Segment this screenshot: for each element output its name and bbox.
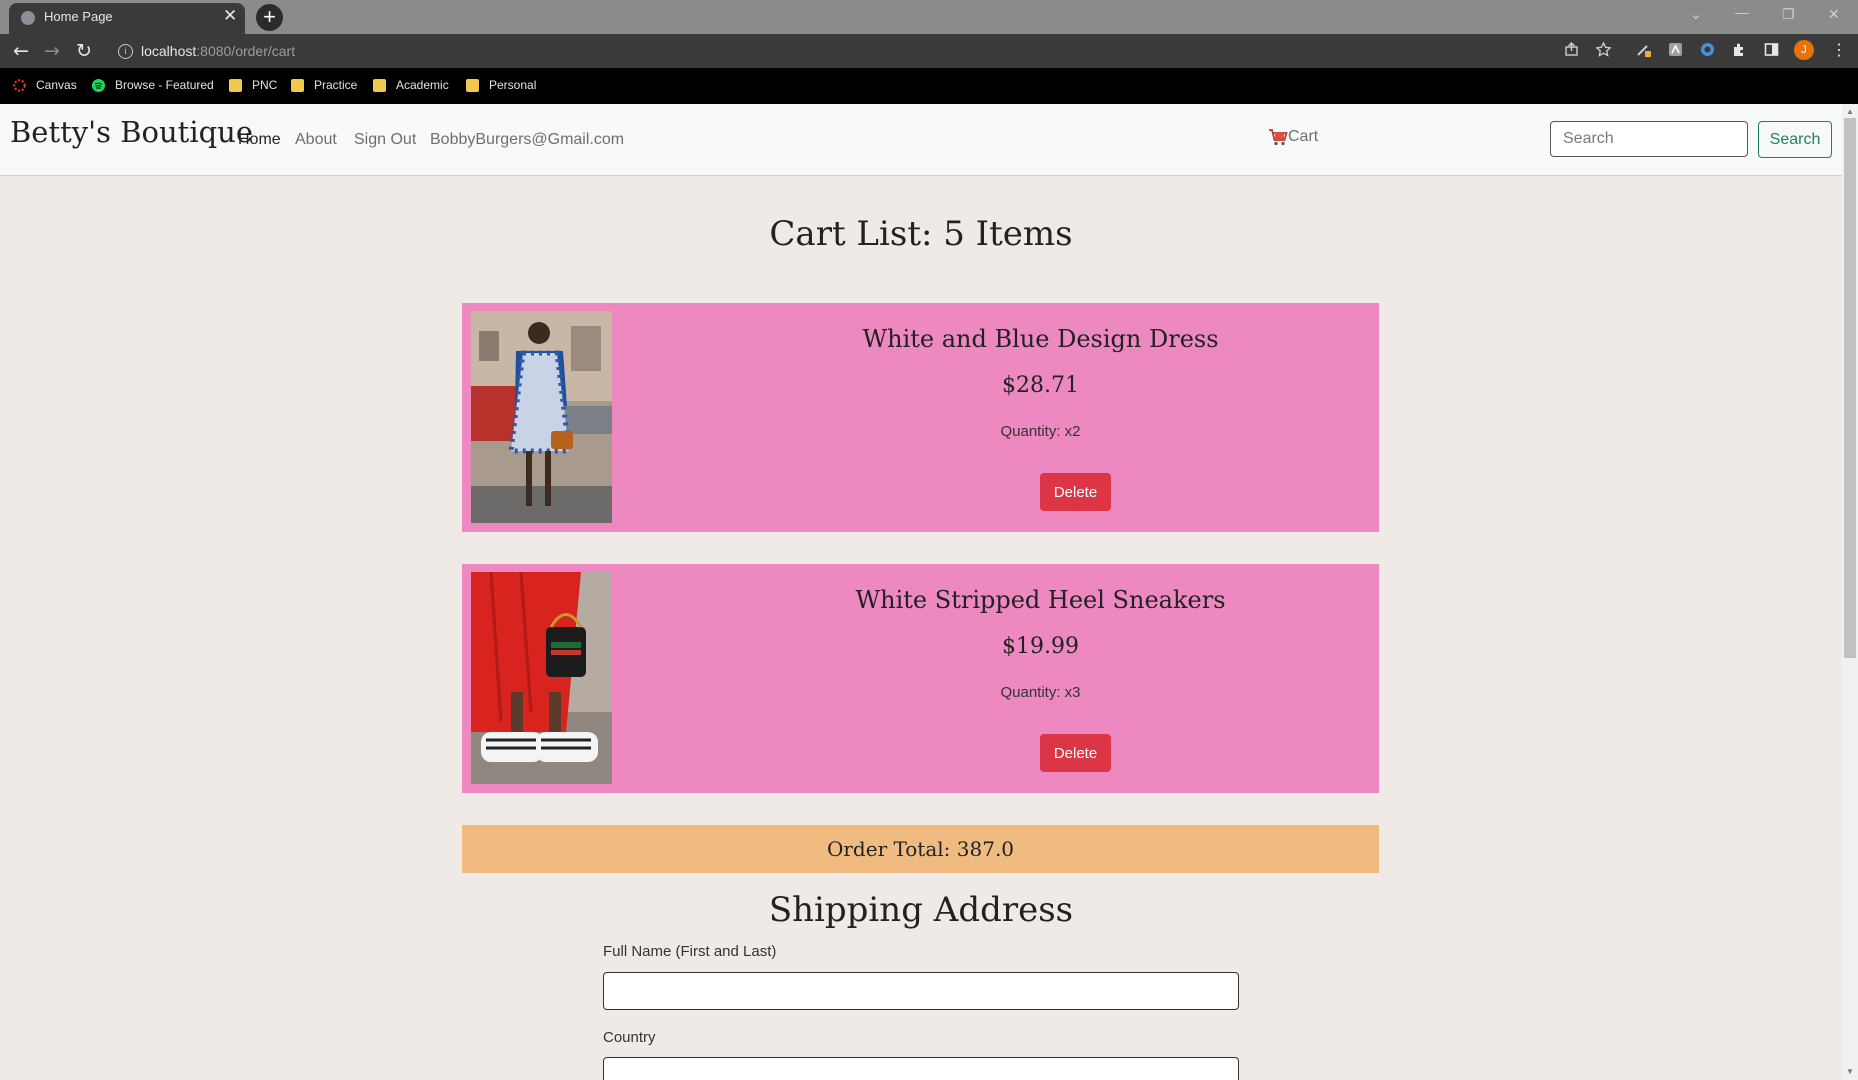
restore-icon[interactable]: ❐ <box>1782 6 1795 23</box>
url-host: localhost <box>141 43 197 59</box>
product-quantity: Quantity: x3 <box>1000 684 1081 701</box>
cart-item: White Stripped Heel Sneakers $19.99 Quan… <box>462 564 1379 793</box>
country-field[interactable] <box>603 1057 1239 1080</box>
delete-button[interactable]: Delete <box>1040 734 1111 772</box>
nav-home[interactable]: Home <box>238 131 281 149</box>
close-tab-icon[interactable]: ✕ <box>223 6 237 26</box>
nav-user-email[interactable]: BobbyBurgers@Gmail.com <box>430 131 624 149</box>
bookmark-browse-featured[interactable]: Browse - Featured <box>92 75 214 95</box>
folder-icon <box>291 78 304 92</box>
share-icon[interactable] <box>1564 42 1579 57</box>
scroll-up-arrow-icon[interactable]: ▲ <box>1846 107 1854 116</box>
delete-button[interactable]: Delete <box>1040 473 1111 511</box>
profile-avatar[interactable]: J <box>1794 40 1814 60</box>
bookmark-label: PNC <box>252 78 278 92</box>
bookmark-star-icon[interactable] <box>1596 42 1611 57</box>
reload-icon[interactable]: ↻ <box>76 39 92 63</box>
search-button[interactable]: Search <box>1758 121 1832 158</box>
product-name: White Stripped Heel Sneakers <box>855 586 1226 614</box>
bookmark-pnc[interactable]: PNC <box>229 75 277 95</box>
forward-icon[interactable]: → <box>44 39 60 63</box>
product-image-sneakers <box>471 572 612 784</box>
sidepanel-icon[interactable] <box>1764 42 1779 57</box>
full-name-label: Full Name (First and Last) <box>603 943 777 960</box>
folder-icon <box>466 78 479 92</box>
search-input[interactable] <box>1550 121 1748 157</box>
cart-link[interactable]: Cart <box>1268 128 1318 146</box>
bookmark-label: Canvas <box>36 78 77 92</box>
extensions-puzzle-icon[interactable] <box>1732 42 1747 57</box>
scroll-down-arrow-icon[interactable]: ▼ <box>1846 1067 1854 1076</box>
address-bar[interactable]: localhost:8080/order/cart <box>141 43 295 59</box>
pen-extension-icon[interactable] <box>1636 42 1651 57</box>
order-total: Order Total: 387.0 <box>462 825 1379 873</box>
bookmark-label: Personal <box>489 78 537 92</box>
folder-icon <box>229 78 242 92</box>
product-quantity: Quantity: x2 <box>1000 423 1081 440</box>
product-image-dress <box>471 311 612 523</box>
product-price: $19.99 <box>1002 634 1079 659</box>
back-icon[interactable]: ← <box>13 39 29 63</box>
bookmark-label: Practice <box>314 78 358 92</box>
cart-icon <box>1269 129 1288 146</box>
canvas-icon <box>13 78 26 92</box>
brand-logo[interactable]: Betty's Boutique <box>10 115 253 149</box>
nav-about[interactable]: About <box>295 131 337 149</box>
cart-label: Cart <box>1288 128 1319 145</box>
tab-title: Home Page <box>44 9 113 24</box>
bookmark-label: Browse - Featured <box>115 78 214 92</box>
menu-kebab-icon[interactable]: ⋮ <box>1831 40 1847 60</box>
product-price: $28.71 <box>1002 373 1079 398</box>
folder-icon <box>373 78 386 92</box>
shipping-title: Shipping Address <box>768 890 1074 930</box>
bookmark-canvas[interactable]: Canvas <box>13 75 77 95</box>
scrollbar-thumb[interactable] <box>1844 118 1856 658</box>
country-label: Country <box>603 1029 656 1046</box>
close-window-icon[interactable]: ✕ <box>1828 6 1840 23</box>
bookmark-academic[interactable]: Academic <box>373 75 449 95</box>
spotify-icon <box>92 78 105 92</box>
globe-icon <box>21 11 35 25</box>
nav-sign-out[interactable]: Sign Out <box>354 131 416 149</box>
bookmark-label: Academic <box>396 78 449 92</box>
chevron-down-icon[interactable]: ⌄ <box>1690 6 1702 23</box>
new-tab-button[interactable]: + <box>256 4 283 31</box>
cart-title: Cart List: 5 Items <box>769 214 1073 254</box>
bookmarks-bar <box>0 68 1858 104</box>
browser-tab[interactable]: Home Page ✕ <box>9 3 245 34</box>
reader-extension-icon[interactable] <box>1668 42 1683 57</box>
shield-extension-icon[interactable] <box>1700 42 1715 57</box>
product-name: White and Blue Design Dress <box>862 325 1219 353</box>
full-name-field[interactable] <box>603 972 1239 1010</box>
minimize-icon[interactable]: — <box>1735 4 1749 20</box>
bookmark-personal[interactable]: Personal <box>466 75 536 95</box>
cart-item: White and Blue Design Dress $28.71 Quant… <box>462 303 1379 532</box>
bookmark-practice[interactable]: Practice <box>291 75 357 95</box>
site-info-icon[interactable]: i <box>118 44 133 59</box>
url-path: :8080/order/cart <box>196 43 296 59</box>
